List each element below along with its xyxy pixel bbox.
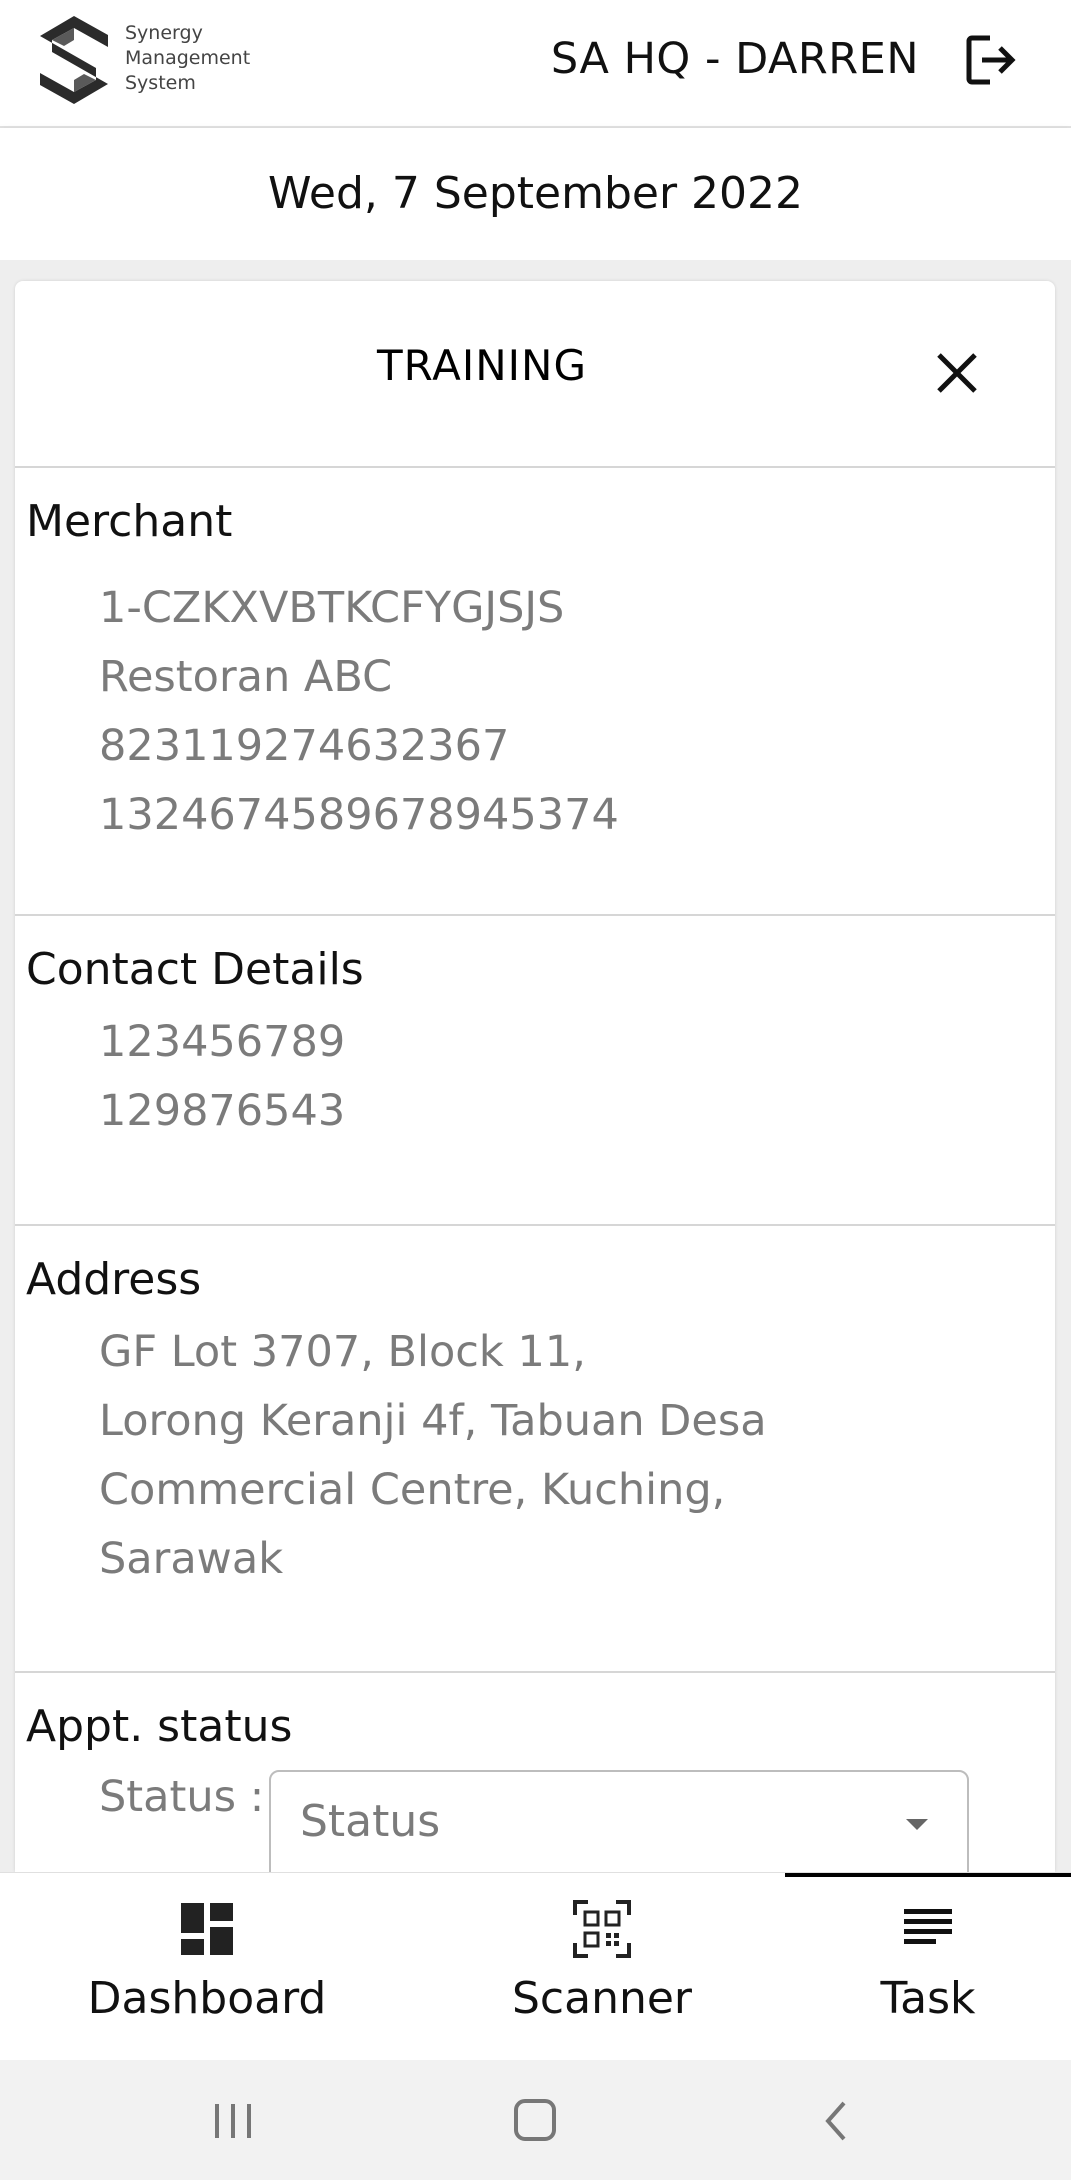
- merchant-title: Merchant: [26, 496, 233, 547]
- system-nav-bar: [0, 2060, 1071, 2180]
- qr-scanner-icon: [573, 1900, 631, 1958]
- merchant-id: 1-CZKXVBTKCFYGJSJS: [99, 583, 565, 633]
- address-title: Address: [26, 1254, 202, 1305]
- status-select[interactable]: Status: [269, 1770, 969, 1872]
- appt-status-section: Appt. status Status : Status: [15, 1673, 1055, 1872]
- logo-line-2: Management: [125, 47, 251, 69]
- contact-phone-1: 123456789: [99, 1017, 346, 1067]
- dropdown-caret-icon: [906, 1819, 928, 1830]
- close-icon[interactable]: [933, 349, 981, 397]
- date-display: Wed, 7 September 2022: [0, 128, 1071, 260]
- recent-apps-icon[interactable]: [203, 2096, 263, 2146]
- address-details: GF Lot 3707, Block 11, Lorong Keranji 4f…: [99, 1318, 767, 1594]
- status-label: Status :: [99, 1772, 265, 1822]
- task-list-icon: [904, 1909, 952, 1944]
- logo-text: Synergy Management System: [125, 21, 250, 96]
- address-line-4: Sarawak: [99, 1534, 284, 1584]
- appt-status-title: Appt. status: [26, 1701, 293, 1752]
- status-select-value: Status: [300, 1796, 441, 1847]
- back-icon[interactable]: [808, 2096, 868, 2146]
- address-line-2: Lorong Keranji 4f, Tabuan Desa: [99, 1396, 767, 1446]
- contact-phone-2: 129876543: [99, 1086, 346, 1136]
- card-title: TRAINING: [376, 341, 588, 390]
- synergy-logo: [40, 16, 108, 104]
- user-name: SA HQ - DARREN: [550, 34, 919, 84]
- address-section: Address GF Lot 3707, Block 11, Lorong Ke…: [15, 1226, 1055, 1673]
- address-line-3: Commercial Centre, Kuching,: [99, 1465, 726, 1515]
- dashboard-icon: [181, 1903, 233, 1955]
- contact-section: Contact Details 123456789 129876543: [15, 916, 1055, 1226]
- training-card: TRAINING Merchant 1-CZKXVBTKCFYGJSJS Res…: [15, 281, 1055, 1872]
- nav-dashboard-label: Dashboard: [87, 1973, 327, 2024]
- nav-task[interactable]: Task: [785, 1873, 1071, 2061]
- contact-details: 123456789 129876543: [99, 1008, 345, 1146]
- bottom-nav: Dashboard Scanner Task: [0, 1872, 1071, 2061]
- nav-task-label: Task: [880, 1973, 976, 2024]
- merchant-name: Restoran ABC: [99, 652, 393, 702]
- address-line-1: GF Lot 3707, Block 11,: [99, 1327, 586, 1377]
- nav-dashboard[interactable]: Dashboard: [60, 1873, 354, 2061]
- merchant-number-1: 823119274632367: [99, 721, 510, 771]
- merchant-number-2: 1324674589678945374: [99, 790, 619, 840]
- card-header: TRAINING: [15, 281, 1055, 468]
- home-icon[interactable]: [505, 2096, 565, 2146]
- logout-icon[interactable]: [962, 30, 1022, 90]
- merchant-section: Merchant 1-CZKXVBTKCFYGJSJS Restoran ABC…: [15, 468, 1055, 916]
- contact-title: Contact Details: [26, 944, 364, 995]
- nav-scanner[interactable]: Scanner: [455, 1873, 749, 2061]
- app-header: Synergy Management System SA HQ - DARREN: [0, 0, 1071, 128]
- merchant-details: 1-CZKXVBTKCFYGJSJS Restoran ABC 82311927…: [99, 574, 619, 850]
- logo-line-1: Synergy: [125, 22, 203, 44]
- nav-scanner-label: Scanner: [511, 1973, 693, 2024]
- logo-line-3: System: [125, 72, 196, 94]
